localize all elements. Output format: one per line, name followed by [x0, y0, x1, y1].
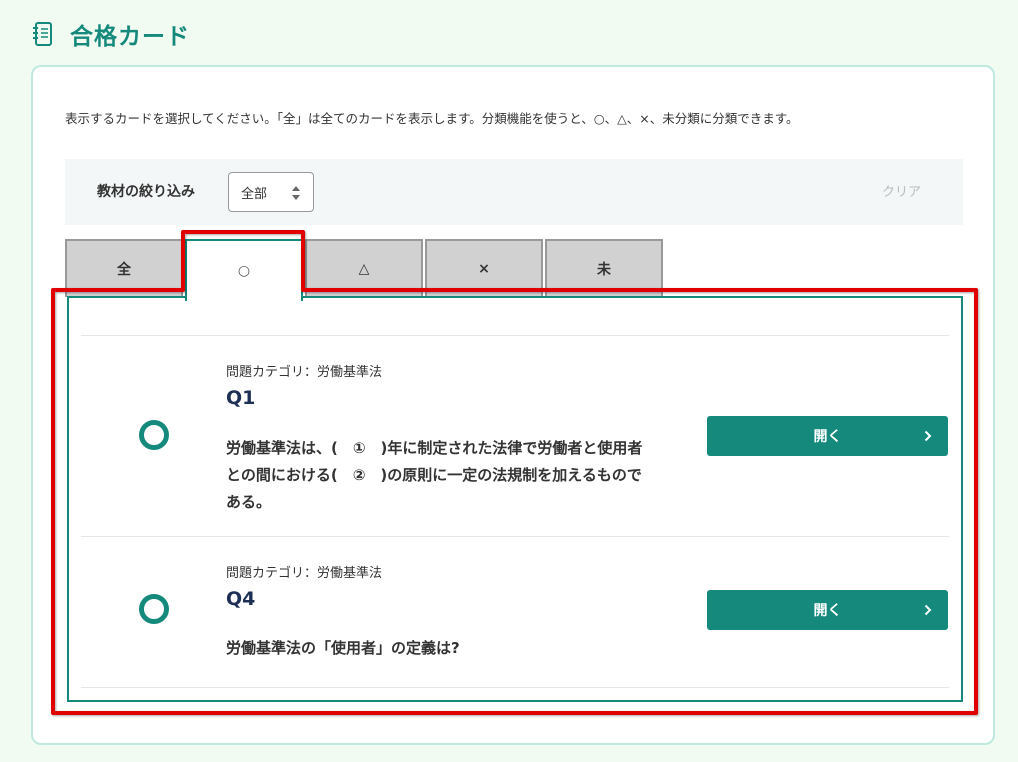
- card-item: 問題カテゴリ：労働基準法 Q4 労働基準法の「使用者」の定義は? 開く: [69, 537, 961, 737]
- card-question-text: 労働基準法の「使用者」の定義は?: [226, 639, 460, 657]
- tab-triangle[interactable]: △: [305, 239, 423, 297]
- chevron-right-icon: [924, 430, 932, 442]
- card-panel: 表示するカードを選択してください。「全」は全てのカードを表示します。分類機能を使…: [31, 65, 995, 745]
- tab-cross[interactable]: ×: [425, 239, 543, 297]
- instruction-text: 表示するカードを選択してください。「全」は全てのカードを表示します。分類機能を使…: [65, 111, 799, 126]
- card-question-number: Q1: [226, 387, 256, 409]
- circle-status-icon: [139, 594, 169, 624]
- tab-unclassified[interactable]: 未: [545, 239, 663, 297]
- tab-all[interactable]: 全: [65, 239, 183, 297]
- select-arrows-icon: [292, 186, 300, 200]
- card-list: 問題カテゴリ：労働基準法 Q1 労働基準法は、( ① )年に制定された法律で労働…: [67, 296, 963, 702]
- clear-button[interactable]: クリア: [882, 181, 921, 200]
- card-category: 問題カテゴリ：労働基準法: [226, 566, 383, 581]
- open-card-button[interactable]: 開く: [707, 590, 948, 630]
- card-category: 問題カテゴリ：労働基準法: [226, 365, 383, 380]
- open-button-label: 開く: [813, 429, 842, 445]
- filter-bar: 教材の絞り込み 全部 クリア: [65, 159, 963, 225]
- page-header: 合格カード: [32, 18, 190, 50]
- card-item: 問題カテゴリ：労働基準法 Q1 労働基準法は、( ① )年に制定された法律で労働…: [69, 336, 961, 536]
- notebook-icon: [33, 22, 52, 46]
- page-title: 合格カード: [70, 24, 190, 50]
- filter-label: 教材の絞り込み: [97, 184, 195, 200]
- chevron-right-icon: [924, 604, 932, 616]
- card-divider: [81, 687, 949, 688]
- circle-status-icon: [139, 420, 169, 450]
- open-card-button[interactable]: 開く: [707, 416, 948, 456]
- material-filter-select[interactable]: 全部: [228, 172, 314, 212]
- filter-selected-value: 全部: [241, 186, 268, 202]
- tab-circle[interactable]: ○: [185, 239, 303, 301]
- card-question-text: 労働基準法は、( ① )年に制定された法律で労働者と使用者との間における( ② …: [226, 439, 643, 511]
- card-question-number: Q4: [226, 588, 256, 610]
- open-button-label: 開く: [813, 603, 842, 619]
